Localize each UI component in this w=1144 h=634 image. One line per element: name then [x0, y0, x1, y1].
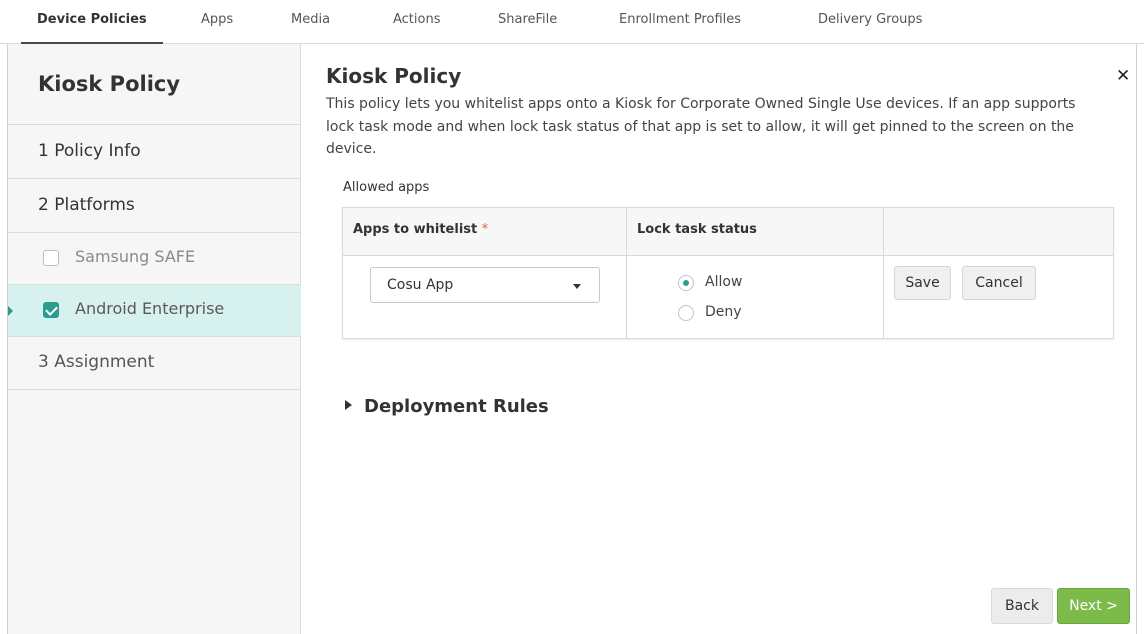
back-button[interactable]: Back — [991, 588, 1053, 624]
divider — [8, 389, 301, 390]
tab-sharefile[interactable]: ShareFile — [498, 0, 557, 44]
tab-label: ShareFile — [498, 12, 558, 27]
chevron-down-icon — [573, 284, 581, 289]
tab-media[interactable]: Media — [291, 0, 330, 44]
tab-device-policies[interactable]: Device Policies — [21, 0, 163, 44]
tab-label: Actions — [393, 12, 441, 27]
tab-enrollment-profiles[interactable]: Enrollment Profiles — [619, 0, 741, 44]
close-icon[interactable]: ✕ — [1116, 66, 1130, 86]
sidebar-step-policy-info[interactable]: 1 Policy Info — [8, 125, 301, 178]
tab-apps[interactable]: Apps — [201, 0, 233, 44]
caret-right-icon — [345, 400, 352, 410]
deployment-rules-toggle[interactable]: Deployment Rules — [345, 396, 549, 417]
tab-label: Device Policies — [37, 12, 147, 27]
step-label: 1 Policy Info — [38, 141, 141, 161]
top-nav-tabs: Device Policies Apps Media Actions Share… — [0, 0, 1144, 44]
column-header-apps: Apps to whitelist * — [353, 222, 488, 237]
active-indicator-icon — [8, 306, 13, 316]
column-header-label: Apps to whitelist — [353, 222, 478, 237]
page-title: Kiosk Policy — [326, 64, 462, 88]
sidebar-step-assignment[interactable]: 3 Assignment — [8, 337, 301, 389]
sidebar-step-platforms[interactable]: 2 Platforms — [8, 179, 301, 232]
radio-deny-label[interactable]: Deny — [705, 304, 742, 320]
allowed-apps-table: Apps to whitelist * Lock task status Cos… — [342, 207, 1114, 339]
tab-label: Media — [291, 12, 331, 27]
frame-border-right — [1136, 44, 1137, 634]
step-label: 2 Platforms — [38, 195, 135, 215]
tab-label: Enrollment Profiles — [619, 12, 742, 27]
step-label: 3 Assignment — [38, 352, 155, 372]
save-button[interactable]: Save — [894, 266, 951, 300]
allowed-apps-label: Allowed apps — [343, 180, 430, 195]
selected-app-value: Cosu App — [387, 277, 454, 293]
sidebar-title: Kiosk Policy — [38, 72, 181, 96]
column-divider — [626, 208, 627, 338]
app-select-dropdown[interactable]: Cosu App — [370, 267, 600, 303]
sidebar-platform-samsung-safe[interactable]: Samsung SAFE — [8, 233, 301, 284]
radio-allow[interactable] — [678, 275, 694, 291]
cancel-button[interactable]: Cancel — [962, 266, 1036, 300]
platform-label: Samsung SAFE — [75, 247, 196, 266]
wizard-sidebar: Kiosk Policy 1 Policy Info 2 Platforms S… — [8, 44, 301, 634]
policy-description: This policy lets you whitelist apps onto… — [326, 96, 1076, 157]
deployment-rules-label: Deployment Rules — [364, 396, 549, 417]
radio-deny[interactable] — [678, 305, 694, 321]
radio-allow-label[interactable]: Allow — [705, 274, 742, 290]
sidebar-platform-android-enterprise[interactable]: Android Enterprise — [8, 285, 301, 336]
column-header-lock-task: Lock task status — [637, 222, 757, 237]
checkbox-icon[interactable] — [43, 250, 59, 266]
tab-actions[interactable]: Actions — [393, 0, 441, 44]
table-header: Apps to whitelist * Lock task status — [343, 208, 1113, 256]
required-indicator: * — [481, 222, 489, 237]
checkbox-checked-icon[interactable] — [43, 302, 59, 318]
tab-label: Apps — [201, 12, 234, 27]
tab-delivery-groups[interactable]: Delivery Groups — [818, 0, 922, 44]
column-divider — [883, 208, 884, 338]
next-button[interactable]: Next > — [1057, 588, 1130, 624]
platform-label: Android Enterprise — [75, 299, 225, 318]
tab-label: Delivery Groups — [818, 12, 923, 27]
